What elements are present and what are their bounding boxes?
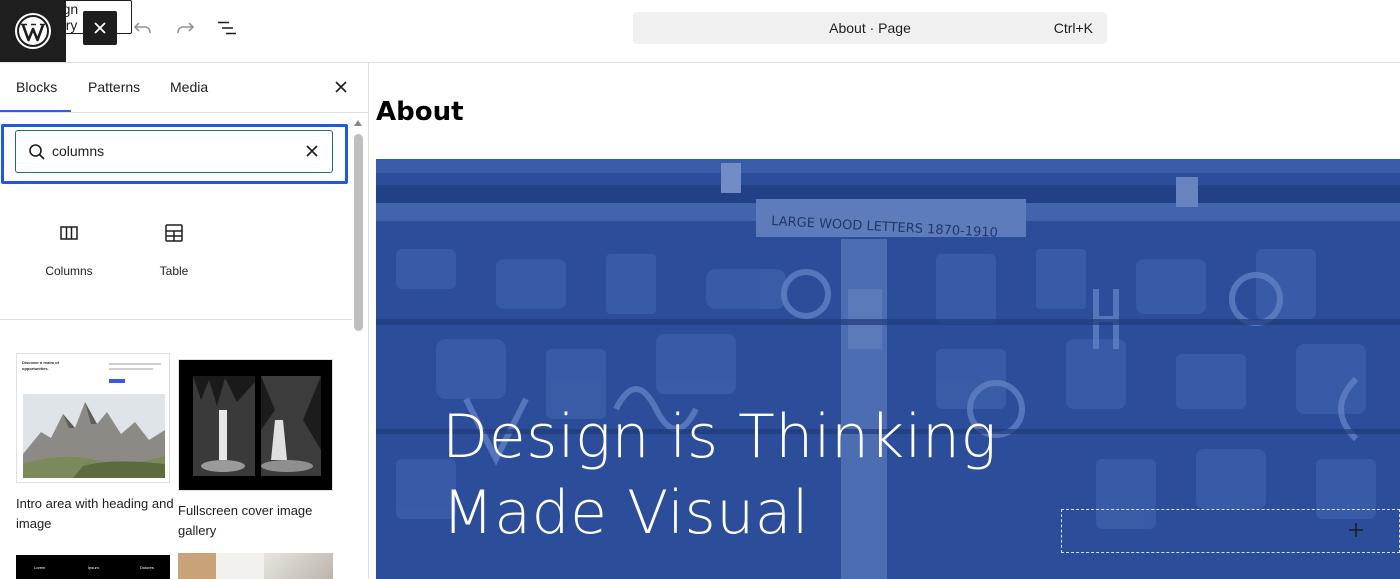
- pattern-thumb-text: [109, 363, 161, 365]
- pattern-thumbnail: [178, 553, 333, 579]
- pattern-thumb-text: Lorem: [34, 565, 46, 570]
- command-shortcut: Ctrl+K: [1053, 20, 1093, 36]
- pattern-thumbnail: Discover a realm of opportunities.: [16, 353, 170, 483]
- tab-media[interactable]: Media: [170, 79, 208, 95]
- page-title[interactable]: About: [376, 97, 464, 127]
- mountain-image: [23, 394, 165, 478]
- close-panel-icon[interactable]: [331, 77, 351, 97]
- pattern-label: Intro area with heading and image: [16, 496, 174, 531]
- clear-search-icon[interactable]: [304, 143, 320, 159]
- document-title: About · Page: [829, 20, 911, 36]
- pattern-thumbnail: [178, 359, 333, 491]
- tab-patterns[interactable]: Patterns: [88, 79, 140, 95]
- block-inserter-panel: Blocks Patterns Media Columns Table: [0, 63, 369, 579]
- command-palette-bar[interactable]: About · Page Ctrl+K: [633, 12, 1107, 44]
- block-columns-label: Columns: [45, 264, 93, 278]
- document-overview-button[interactable]: [210, 11, 244, 45]
- pattern-thumb-heading: Discover a realm of opportunities.: [22, 360, 59, 371]
- pattern-thumb-image: [178, 553, 216, 579]
- editor-canvas: About LARGE WOOD LETTERS 1870-1910 Desig…: [369, 63, 1400, 579]
- pattern-thumb-text: Dolores: [140, 565, 154, 570]
- close-inserter-button[interactable]: [83, 11, 117, 45]
- undo-icon: [133, 22, 151, 33]
- block-appender[interactable]: [1061, 509, 1400, 553]
- active-tab-indicator: [0, 110, 71, 112]
- pattern-thumb-button: [109, 379, 125, 383]
- redo-icon: [177, 22, 195, 33]
- section-divider: [0, 319, 352, 320]
- search-input[interactable]: [52, 141, 292, 161]
- pattern-thumb-text: Ipsum: [88, 565, 99, 570]
- tab-blocks[interactable]: Blocks: [16, 79, 57, 95]
- redo-button[interactable]: [169, 11, 201, 45]
- inserter-tabs: Blocks Patterns Media: [0, 63, 368, 113]
- pattern-thumb-image: [264, 553, 333, 579]
- pattern-thumb-text: [109, 368, 153, 370]
- block-table[interactable]: Table: [129, 221, 219, 278]
- block-table-label: Table: [159, 264, 189, 278]
- close-icon: [94, 22, 106, 34]
- pattern-label: Fullscreen cover image gallery: [178, 503, 313, 538]
- table-icon: [165, 224, 183, 242]
- search-icon: [29, 144, 45, 160]
- cover-heading[interactable]: Design is Thinking Made Visual: [442, 399, 1082, 551]
- scroll-up-arrow[interactable]: [354, 120, 362, 126]
- wordpress-icon: [15, 13, 51, 49]
- editor-header: K Design Library About · Page Ctrl+K: [0, 0, 1400, 63]
- columns-icon: [60, 226, 78, 240]
- wordpress-logo-button[interactable]: [0, 0, 66, 62]
- list-view-icon: [218, 21, 236, 35]
- pattern-thumbnail: Lorem Ipsum Dolores: [16, 555, 170, 579]
- plus-icon: [1349, 523, 1363, 537]
- cover-block[interactable]: LARGE WOOD LETTERS 1870-1910 Design is T…: [376, 159, 1400, 579]
- scrollbar-thumb[interactable]: [354, 134, 363, 331]
- waterfall-images: [179, 360, 332, 490]
- block-columns[interactable]: Columns: [24, 221, 114, 278]
- undo-button[interactable]: [127, 11, 159, 45]
- block-search: [15, 130, 333, 173]
